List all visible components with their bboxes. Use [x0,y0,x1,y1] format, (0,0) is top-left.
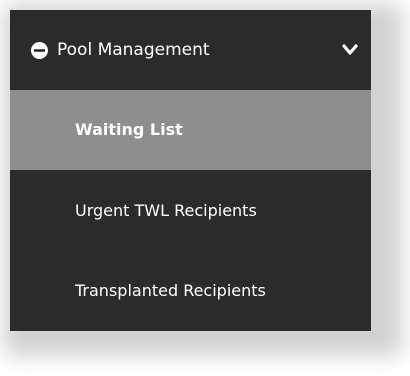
menu-item-label: Transplanted Recipients [75,281,266,300]
pool-management-label: Pool Management [57,40,210,60]
menu-item-label: Urgent TWL Recipients [75,201,257,220]
pool-management-toggle[interactable]: Pool Management [10,10,371,90]
menu-item-label: Waiting List [75,120,183,139]
menu-item-urgent-twl-recipients[interactable]: Urgent TWL Recipients [10,171,371,251]
menu-item-transplanted-recipients[interactable]: Transplanted Recipients [10,251,371,331]
menu-item-waiting-list[interactable]: Waiting List [10,90,371,170]
sidebar-menu: Pool Management Waiting List Urgent TWL … [10,10,371,331]
chevron-down-icon[interactable] [342,43,358,57]
half-circle-icon [31,42,48,59]
